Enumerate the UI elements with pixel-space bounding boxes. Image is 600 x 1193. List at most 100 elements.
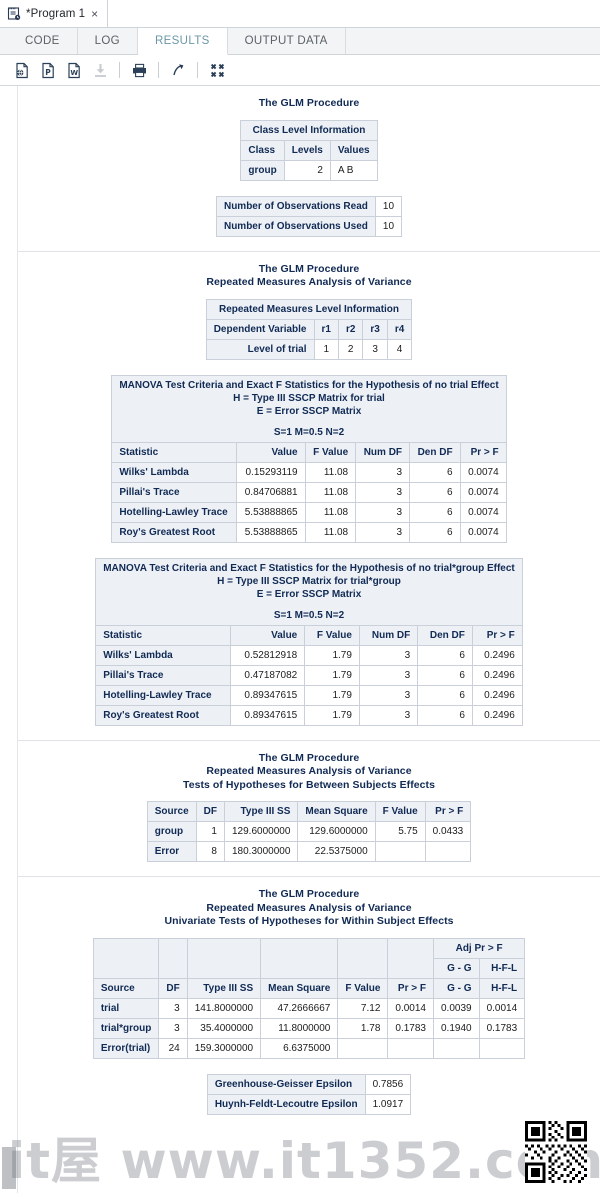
column-header-source: Source [146,801,197,822]
svg-text:W: W [70,69,78,77]
tab-results[interactable]: RESULTS [137,28,228,55]
print-icon[interactable] [127,58,151,82]
export-pdf-icon[interactable]: P [36,58,60,82]
section-repeated-measures: The GLM Procedure Repeated Measures Anal… [18,252,600,741]
tab-log[interactable]: LOG [78,28,138,54]
cell-class: group [240,159,285,181]
column-header-pr-f: Pr > F [387,977,434,999]
results-page: The GLM Procedure Class Level Informatio… [17,86,600,1193]
within-subject-effects-table: Adj Pr > F G - G H-F-L Source DF Type II… [92,937,526,1059]
table-row: Hotelling-Lawley Trace 0.89347615 1.79 3… [95,684,523,706]
table-caption: Class Level Information [240,119,378,141]
cell-r4: r4 [386,318,413,340]
caption-parameters: S=1 M=0.5 N=2 [273,426,345,438]
download-icon [88,58,112,82]
table-row: Class Levels Values [240,139,378,161]
table-row: Greenhouse-Geisser Epsilon 0.7856 [206,1073,412,1095]
column-header-f-value: F Value [337,977,389,999]
watermark-side-block [2,1147,16,1189]
cell-gg: 0.0039 [432,997,480,1019]
collapse-icon[interactable] [205,58,229,82]
cell-pr-f: 0.0074 [459,501,507,523]
value-greenhouse-geisser-epsilon: 0.7856 [364,1073,412,1095]
table-row: group 1 129.6000000 129.6000000 5.75 0.0… [146,821,472,842]
cell-den-df: 6 [417,704,473,726]
column-header-statistic: Statistic [95,624,232,646]
cell-hfl: 0.1783 [478,1017,526,1039]
between-subjects-effects-table: Source DF Type III SS Mean Square F Valu… [146,801,472,862]
cell-f-value: 1.79 [304,664,360,686]
column-header-num-df: Num DF [355,441,411,463]
cell-f-value: 11.08 [304,461,357,483]
open-in-new-window-icon[interactable] [166,58,190,82]
caption-parameters: S=1 M=0.5 N=2 [273,609,345,621]
column-header-den-df: Den DF [409,441,461,463]
section-between-subjects: The GLM Procedure Repeated Measures Anal… [18,741,600,877]
column-header-f-value: F Value [374,801,426,822]
column-header-class: Class [240,139,285,161]
cell-type-iii-ss: 180.3000000 [223,841,299,862]
cell-pr-f: 0.0014 [387,997,434,1019]
cell-statistic: Roy's Greatest Root [95,704,232,726]
cell-value: 0.15293119 [236,461,306,483]
cell-pr-f: 0.0433 [424,821,472,842]
cell-type-iii-ss: 129.6000000 [223,821,299,842]
section4-title: The GLM Procedure Repeated Measures Anal… [18,888,600,929]
column-header-den-df: Den DF [417,624,473,646]
cell-source: trial [92,997,160,1019]
close-icon[interactable]: × [90,8,99,20]
cell-num-df: 3 [358,664,419,686]
table-row: trial*group 3 35.4000000 11.8000000 1.78… [92,1017,526,1039]
caption-line-1: MANOVA Test Criteria and Exact F Statist… [103,562,515,574]
table-row: Pillai's Trace 0.84706881 11.08 3 6 0.00… [111,481,507,503]
export-word-icon[interactable]: W [62,58,86,82]
label-huynh-feldt-lecoutre-epsilon: Huynh-Feldt-Lecoutre Epsilon [206,1093,366,1115]
cell-mean-square: 6.6375000 [260,1037,339,1059]
tab-code[interactable]: CODE [8,28,78,54]
cell-df: 3 [158,1017,188,1039]
caption-line-2: H = Type III SSCP Matrix for trial [233,392,385,404]
row-label-dependent-variable: Dependent Variable [205,318,315,340]
results-pane[interactable]: The GLM Procedure Class Level Informatio… [0,86,600,1193]
table-row: Error 8 180.3000000 22.5375000 [146,841,472,862]
cell-hfl [478,1037,526,1059]
column-header-type-iii-ss: Type III SS [223,801,299,822]
caption-line-2: H = Type III SSCP Matrix for trial*group [217,575,401,587]
cell-mean-square: 47.2666667 [260,997,339,1019]
epsilon-table: Greenhouse-Geisser Epsilon 0.7856 Huynh-… [206,1073,412,1115]
table-row: Level of trial 1 2 3 4 [205,338,413,360]
manova-trial-table: MANOVA Test Criteria and Exact F Statist… [111,374,507,543]
cell-value: 0.89347615 [230,704,306,726]
table-caption: MANOVA Test Criteria and Exact F Statist… [95,557,523,626]
cell-level-3: 3 [362,338,388,360]
cell-num-df: 3 [355,521,411,543]
cell-num-df: 3 [355,501,411,523]
column-header-hfl: H-F-L [478,957,526,979]
table-row: Source DF Type III SS Mean Square F Valu… [146,801,472,822]
cell-f-value [337,1037,389,1059]
export-html-icon[interactable] [10,58,34,82]
column-header-df: DF [158,977,188,999]
cell-value: 0.52812918 [230,644,306,666]
cell-statistic: Roy's Greatest Root [111,521,238,543]
cell-f-value: 1.79 [304,704,360,726]
cell-f-value: 1.78 [337,1017,389,1039]
program-tab[interactable]: *Program 1 × [0,0,109,27]
tab-output-data[interactable]: OUTPUT DATA [228,28,346,54]
cell-source: group [146,821,197,842]
table-row: Dependent Variable r1 r2 r3 r4 [205,318,413,340]
cell-num-df: 3 [358,684,419,706]
cell-statistic: Wilks' Lambda [95,644,232,666]
title-line-1: The GLM Procedure [258,888,360,900]
title-line-2: Repeated Measures Analysis of Variance [206,901,412,914]
program-tab-title: *Program 1 [26,7,86,20]
observations-table: Number of Observations Read 10 Number of… [215,195,403,237]
column-header-value: Value [230,624,306,646]
cell-den-df: 6 [409,521,461,543]
cell-f-value: 11.08 [304,521,357,543]
cell-df: 8 [195,841,225,862]
table-row: group 2 A B [240,159,378,181]
cell-gg [432,1037,480,1059]
cell-r3: r3 [362,318,388,340]
table-caption: MANOVA Test Criteria and Exact F Statist… [111,374,507,443]
